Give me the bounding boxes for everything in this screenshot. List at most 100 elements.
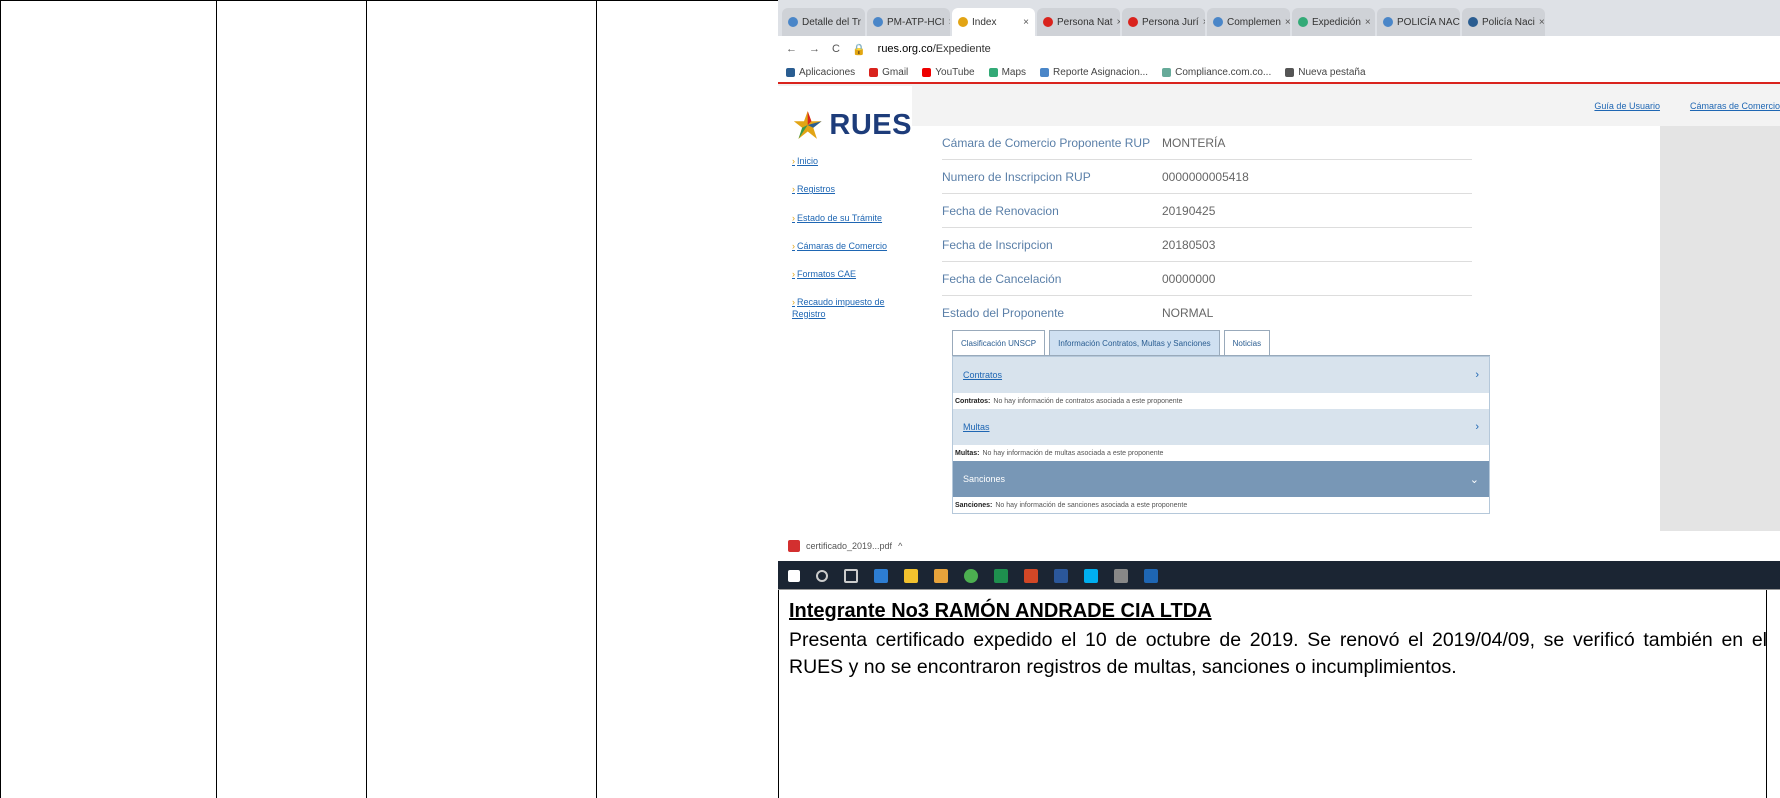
rues-star-icon	[793, 111, 822, 139]
note-label: Multas:	[955, 449, 980, 457]
bookmark-item[interactable]: YouTube	[922, 67, 975, 78]
close-icon[interactable]: ×	[1365, 17, 1371, 28]
chambers-link[interactable]: Cámaras de Comercio	[1690, 101, 1780, 111]
task-view-icon[interactable]	[844, 568, 858, 583]
browser-tab[interactable]: Complemen ×	[1207, 8, 1290, 36]
close-icon[interactable]: ×	[949, 17, 950, 28]
bookmark-item[interactable]: Compliance.com.co...	[1162, 67, 1271, 78]
rues-logo[interactable]: RUES	[778, 86, 912, 142]
nav-link-inicio[interactable]: Inicio	[792, 156, 912, 167]
info-row: Fecha de Cancelación 00000000	[942, 262, 1472, 296]
accordion: Contratos › Contratos: No hay información …	[952, 356, 1490, 514]
note-text: No hay información de contratos asociada…	[993, 397, 1183, 405]
bookmark-item[interactable]: Reporte Asignacion...	[1040, 67, 1148, 78]
gmail-icon	[869, 67, 879, 77]
browser-tab[interactable]: Persona Jurí ×	[1122, 8, 1205, 36]
app-icon[interactable]	[934, 568, 948, 583]
compliance-icon	[1162, 67, 1172, 77]
chevron-up-icon[interactable]: ^	[898, 541, 902, 551]
field-label: Estado del Proponente	[942, 306, 1065, 320]
bookmark-label: Maps	[1001, 66, 1027, 78]
note-label: Sanciones:	[955, 501, 993, 509]
bookmark-label: Nueva pestaña	[1298, 66, 1366, 78]
field-value: MONTERÍA	[1162, 135, 1226, 150]
accordion-body: Multas: No hay información de multas asoc…	[953, 445, 1489, 461]
chrome-icon[interactable]	[964, 568, 978, 583]
rues-sidebar: RUES Inicio Registros Estado de su Trámi…	[778, 86, 912, 531]
tab-noticias[interactable]: Noticias	[1223, 330, 1271, 355]
accordion-body: Sanciones: No hay información de sancione…	[953, 497, 1489, 513]
chevron-right-icon: ›	[1475, 369, 1479, 381]
rues-content: Cámara de Comercio Proponente RUP MONTERÍ…	[912, 126, 1660, 531]
word-icon[interactable]	[1054, 568, 1068, 583]
favicon-icon	[958, 17, 968, 27]
close-icon[interactable]: ×	[1539, 17, 1545, 28]
windows-start-icon[interactable]	[788, 569, 800, 582]
browser-tab[interactable]: Expedición ×	[1292, 8, 1375, 36]
tab-title: Policía Naci	[1482, 16, 1535, 28]
bookmark-item[interactable]: Nueva pestaña	[1285, 66, 1366, 78]
section-title: Contratos	[963, 370, 1003, 380]
info-row: Fecha de Renovacion 20190425	[942, 194, 1472, 228]
close-icon[interactable]: ×	[1203, 17, 1205, 28]
member-heading: Integrante No3 RAMÓN ANDRADE CIA LTDA	[789, 600, 1212, 622]
bookmark-item[interactable]: Maps	[988, 66, 1027, 78]
internet-explorer-icon[interactable]	[1144, 568, 1158, 583]
pdf-icon	[788, 540, 800, 552]
skype-icon[interactable]	[1084, 568, 1098, 583]
bookmark-item[interactable]: Gmail	[869, 67, 908, 78]
close-icon[interactable]: ×	[1023, 17, 1029, 28]
tab-clasificacion[interactable]: Clasificación UNSCP	[952, 330, 1046, 355]
back-arrow-icon[interactable]: ←	[786, 43, 797, 55]
section-title: Multas	[963, 422, 990, 432]
download-filename[interactable]: certificado_2019...pdf	[806, 541, 892, 551]
field-label: Cámara de Comercio Proponente RUP	[942, 135, 1151, 150]
accordion-header-sanciones[interactable]: Sanciones ⌄	[953, 461, 1489, 497]
nav-link-registros[interactable]: Registros	[792, 184, 912, 195]
browser-tab[interactable]: Persona Nat ×	[1037, 8, 1120, 36]
info-row: Fecha de Inscripcion 20180503	[942, 228, 1472, 262]
url-field[interactable]: rues.org.co/Expediente	[878, 43, 991, 55]
forward-arrow-icon[interactable]: →	[809, 43, 820, 55]
accordion-body: Contratos: No hay información de contrato…	[953, 393, 1489, 409]
apps-icon	[786, 67, 795, 77]
info-row: Cámara de Comercio Proponente RUP MONTERÍ…	[942, 126, 1472, 160]
browser-tab[interactable]: POLICÍA NAC×	[1377, 8, 1460, 36]
browser-tab-active[interactable]: Index ×	[952, 8, 1035, 36]
browser-tab[interactable]: Policía Naci ×	[1462, 8, 1545, 36]
edge-icon[interactable]	[874, 568, 888, 583]
powerpoint-icon[interactable]	[1024, 568, 1038, 583]
nav-link-camaras[interactable]: Cámaras de Comercio	[792, 241, 912, 252]
url-path: /Expediente	[932, 43, 991, 55]
app-icon[interactable]	[1114, 568, 1128, 583]
file-explorer-icon[interactable]	[904, 568, 918, 583]
info-row: Estado del Proponente NORMAL	[942, 296, 1472, 330]
accordion-header-contratos[interactable]: Contratos ›	[953, 357, 1489, 393]
tab-title: Expedición	[1312, 16, 1361, 28]
address-bar: ← → C 🔒 rues.org.co/Expediente	[778, 36, 1780, 62]
rues-right-panel	[1660, 126, 1780, 531]
bookmark-item[interactable]: Aplicaciones	[786, 67, 855, 78]
reload-icon[interactable]: C	[832, 43, 840, 55]
chevron-down-icon: ⌄	[1469, 473, 1479, 486]
excel-icon[interactable]	[994, 568, 1008, 583]
document-icon	[1040, 67, 1050, 77]
close-icon[interactable]: ×	[1117, 17, 1120, 28]
tab-contratos-multas-sanciones[interactable]: Información Contratos, Multas y Sancione…	[1049, 330, 1220, 355]
search-icon[interactable]	[816, 569, 828, 582]
rues-top-links: Guía de Usuario Cámaras de Comercio	[912, 86, 1780, 126]
table-column-border	[216, 0, 217, 798]
favicon-icon	[1383, 17, 1393, 27]
maps-icon	[988, 67, 998, 77]
field-label: Fecha de Cancelación	[942, 271, 1062, 286]
rues-page: RUES Inicio Registros Estado de su Trámi…	[778, 86, 1780, 531]
browser-tab[interactable]: PM-ATP-HCI ×	[867, 8, 950, 36]
nav-link-estado-tramite[interactable]: Estado de su Trámite	[792, 213, 912, 224]
nav-link-recaudo[interactable]: Recaudo impuesto de Registro	[792, 297, 902, 320]
accordion-header-multas[interactable]: Multas ›	[953, 409, 1489, 445]
browser-tab[interactable]: Detalle del Tr×	[782, 8, 865, 36]
nav-link-formatos[interactable]: Formatos CAE	[792, 269, 912, 280]
close-icon[interactable]: ×	[1285, 17, 1290, 28]
user-guide-link[interactable]: Guía de Usuario	[1594, 101, 1660, 111]
tab-title: Persona Jurí	[1142, 16, 1199, 28]
